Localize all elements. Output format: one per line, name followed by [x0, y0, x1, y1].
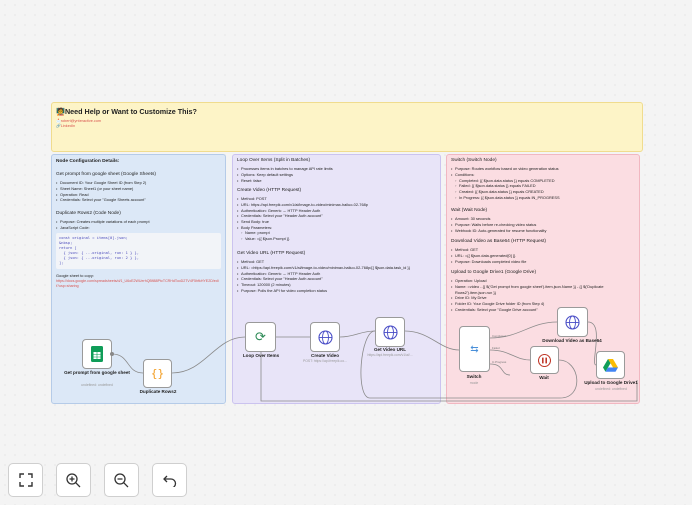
node-label-download: Download Video as Base64: [542, 338, 602, 343]
undo-button[interactable]: [152, 463, 187, 497]
node-sub-sheet: undefined: undefined: [81, 383, 113, 387]
node-label-sheet: Get prompt from google sheet: [64, 370, 130, 375]
switch-route-icon: ⇆: [470, 343, 479, 355]
output-handle[interactable]: [110, 352, 114, 356]
zoom-out-button[interactable]: [104, 463, 139, 497]
zoom-in-button[interactable]: [56, 463, 91, 497]
globe-icon: [565, 314, 580, 330]
zoom-in-icon: [66, 472, 81, 487]
node-label-geturl: Get Video URL: [373, 347, 407, 352]
node-sub-switch: mode: [469, 381, 479, 385]
node-download-video[interactable]: [557, 307, 588, 337]
node-label-upload: Upload to Google Drive1: [584, 380, 638, 385]
node-label-switch: Switch: [466, 374, 482, 379]
edge-label-inprogress: In Progress: [492, 360, 507, 364]
zoom-out-icon: [114, 472, 129, 487]
edge-label-completed: Completed: [492, 334, 506, 338]
node-sub-upload: undefined: undefined: [595, 387, 627, 391]
node-get-video-url[interactable]: [375, 317, 405, 347]
google-drive-icon: [603, 358, 618, 372]
node-create-video[interactable]: [310, 322, 340, 352]
node-label-loop: Loop Over Items: [242, 353, 280, 358]
node-upload-drive[interactable]: [596, 351, 625, 379]
globe-icon: [317, 329, 333, 345]
node-duplicate-rows[interactable]: {}: [143, 359, 172, 388]
connection-wires: [111, 321, 638, 402]
node-switch[interactable]: ⇆: [459, 326, 490, 372]
node-label-wait: Wait: [539, 375, 549, 380]
fit-view-button[interactable]: [8, 463, 43, 497]
undo-icon: [162, 475, 176, 487]
node-label-create: Create Video: [311, 353, 339, 358]
node-sub-geturl: https://api.freepik.com/v1/ai/...: [367, 353, 413, 357]
code-braces-icon: {}: [150, 367, 165, 380]
loop-arrows-icon: ⟳: [255, 329, 266, 344]
edge-label-failed: Failed: [492, 346, 500, 350]
google-sheets-icon: [91, 346, 103, 362]
node-wait[interactable]: [530, 346, 559, 374]
wire-switch-to-wait: [489, 349, 531, 361]
node-loop-over-items[interactable]: ⟳: [245, 322, 276, 352]
fullscreen-icon: [18, 473, 33, 487]
wire-dup-to-loop: [171, 336, 246, 374]
pause-icon: [538, 353, 551, 367]
node-label-dup: Duplicate Rows2: [139, 389, 177, 394]
globe-icon: [382, 324, 398, 340]
node-google-sheet[interactable]: [82, 339, 112, 369]
node-sub-create: POST: https://api.freepik.co...: [303, 359, 347, 363]
